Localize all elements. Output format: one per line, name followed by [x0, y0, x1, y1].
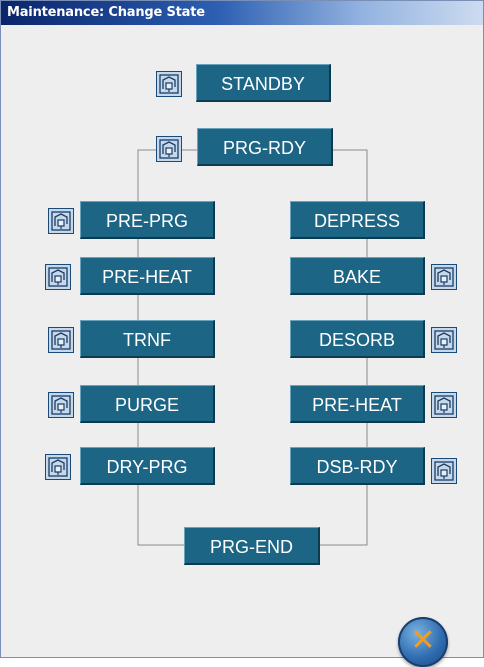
state-diagram-icon[interactable] — [431, 392, 457, 418]
title-bar: Maintenance: Change State — [1, 1, 483, 25]
state-button-depress[interactable]: DEPRESS — [290, 201, 425, 239]
state-button-trnf[interactable]: TRNF — [80, 320, 215, 358]
state-diagram-icon[interactable] — [431, 264, 457, 290]
state-diagram-icon[interactable] — [48, 327, 74, 353]
close-icon: ✕ — [410, 623, 436, 658]
close-button[interactable]: ✕ — [398, 617, 448, 667]
state-diagram-icon[interactable] — [156, 71, 182, 97]
state-button-pre-heat-right[interactable]: PRE-HEAT — [290, 385, 425, 423]
state-button-standby[interactable]: STANDBY — [196, 64, 331, 102]
state-diagram-icon[interactable] — [48, 208, 74, 234]
state-diagram-icon[interactable] — [48, 392, 74, 418]
state-diagram-icon[interactable] — [431, 458, 457, 484]
state-button-pre-prg[interactable]: PRE-PRG — [80, 201, 215, 239]
state-button-prg-end[interactable]: PRG-END — [184, 527, 320, 565]
state-diagram: STANDBY PRG-RDY PRE-PRG PRE-HEAT TRNF PU… — [1, 25, 483, 667]
state-button-pre-heat-left[interactable]: PRE-HEAT — [80, 257, 215, 295]
state-button-dsb-rdy[interactable]: DSB-RDY — [290, 447, 425, 485]
state-diagram-icon[interactable] — [45, 454, 71, 480]
state-diagram-icon[interactable] — [431, 327, 457, 353]
state-diagram-icon[interactable] — [156, 136, 182, 162]
state-button-purge[interactable]: PURGE — [80, 385, 215, 423]
window-title: Maintenance: Change State — [7, 5, 205, 20]
state-button-desorb[interactable]: DESORB — [290, 320, 425, 358]
change-state-window: Maintenance: Change State STANDBY PRG-RD… — [0, 0, 484, 667]
state-button-bake[interactable]: BAKE — [290, 257, 425, 295]
state-button-dry-prg[interactable]: DRY-PRG — [80, 447, 215, 485]
state-diagram-icon[interactable] — [45, 264, 71, 290]
state-button-prg-rdy[interactable]: PRG-RDY — [197, 128, 333, 166]
